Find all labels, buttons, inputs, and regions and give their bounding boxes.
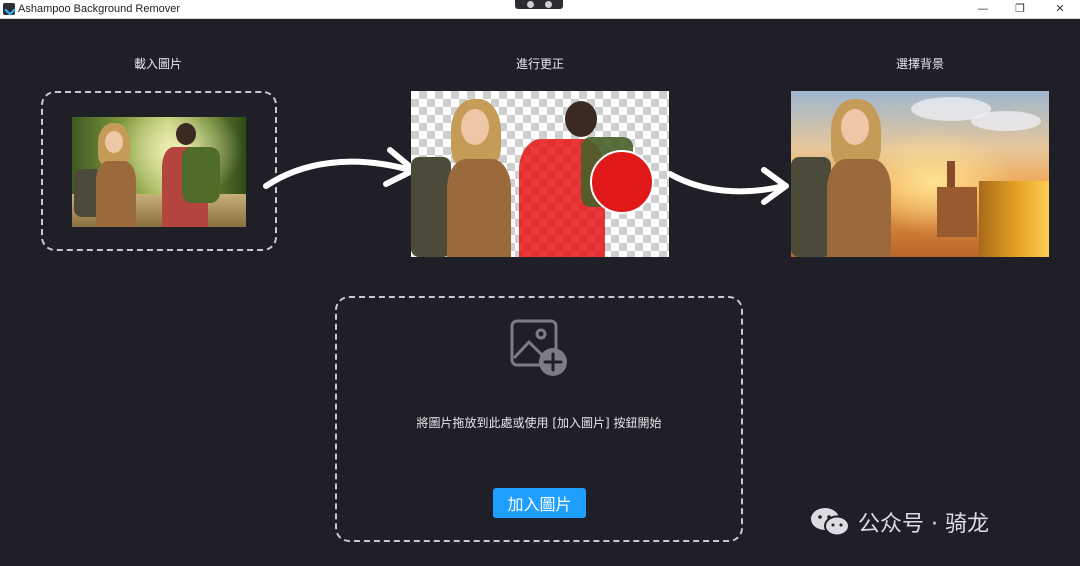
drop-instruction-text: 將圖片拖放到此處或使用 [加入圖片] 按鈕開始	[416, 416, 662, 430]
wechat-logo-icon	[811, 508, 850, 537]
original-photo	[72, 117, 246, 227]
window-title-bar: Ashampoo Background Remover — ❐ ✕	[0, 0, 1080, 19]
step-3-label: 選擇背景	[895, 57, 944, 71]
minimize-button[interactable]: —	[963, 0, 1003, 19]
app-logo-icon	[3, 3, 15, 15]
step-1-label: 載入圖片	[133, 57, 182, 71]
watermark-text: 公众号 · 骑龙	[858, 512, 989, 537]
arrow-2-icon	[667, 167, 789, 205]
new-background-photo	[791, 91, 1049, 257]
close-toolbar-icon[interactable]	[545, 1, 552, 8]
arrow-1-icon	[263, 147, 417, 189]
screen-capture-toolbar[interactable]	[515, 0, 563, 9]
add-image-icon	[510, 319, 567, 376]
restore-button[interactable]: ❐	[1000, 0, 1040, 19]
add-image-button[interactable]: 加入圖片	[493, 488, 586, 518]
window-title: Ashampoo Background Remover	[18, 3, 181, 15]
correction-brush-icon	[590, 150, 654, 214]
close-button[interactable]: ✕	[1040, 0, 1080, 19]
watermark: 公众号 · 骑龙	[810, 505, 989, 539]
mute-icon[interactable]	[527, 1, 534, 8]
step-2-label: 進行更正	[515, 57, 564, 71]
